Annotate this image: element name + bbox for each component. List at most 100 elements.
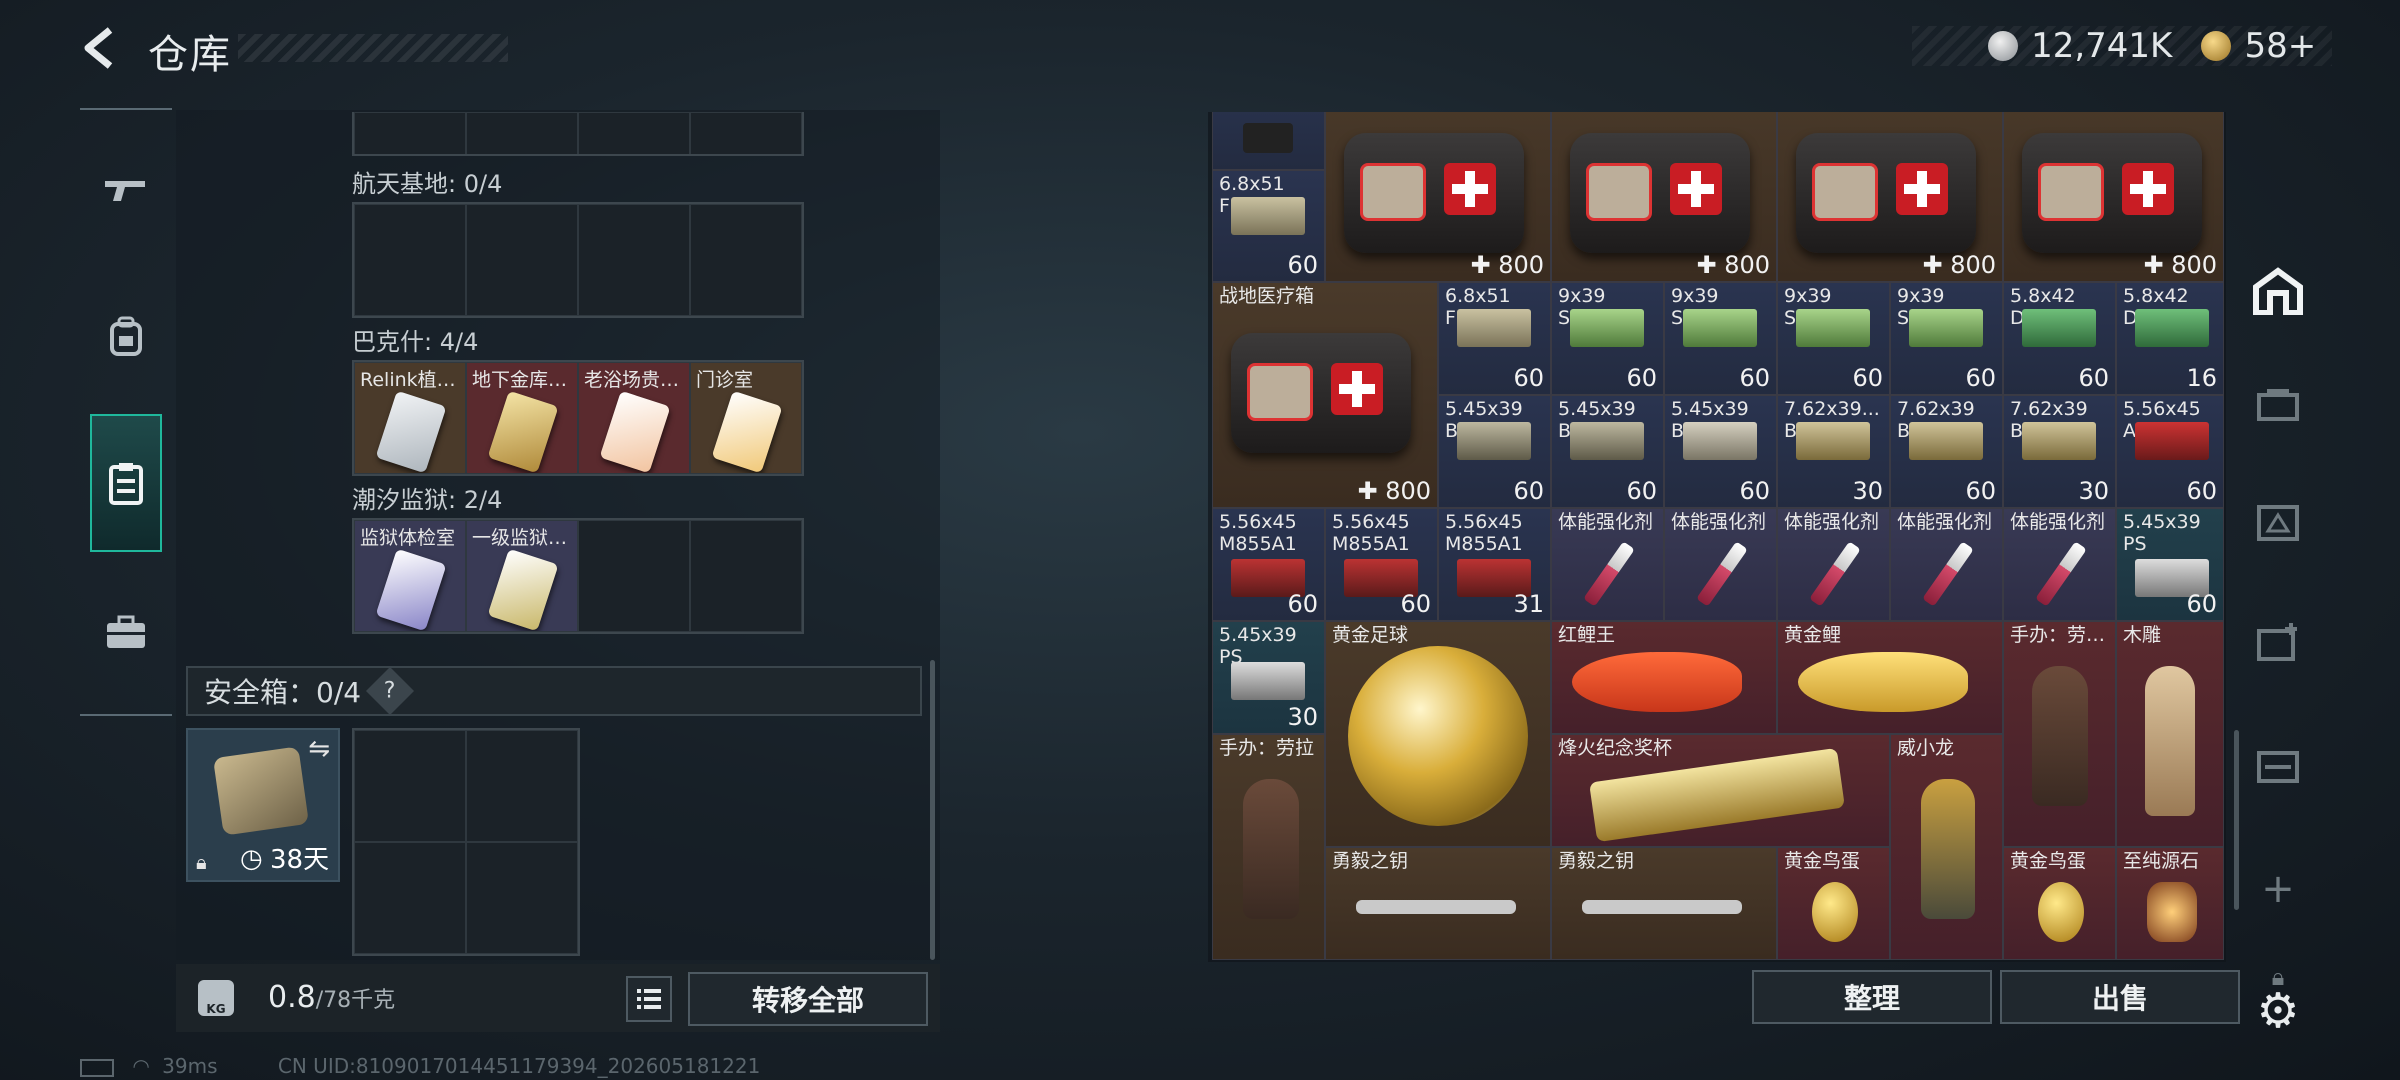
grid-item-ammo[interactable]: 9x39 SP660 bbox=[1664, 282, 1777, 395]
key-icon bbox=[1582, 900, 1742, 914]
keycard-item[interactable]: 老浴场贵… bbox=[578, 362, 690, 474]
safe-slot[interactable] bbox=[354, 730, 466, 842]
keycard-slot[interactable] bbox=[578, 204, 690, 316]
grid-item-ammo[interactable]: 5.45x39 PS 60 bbox=[2116, 508, 2224, 621]
frame-icon[interactable] bbox=[2238, 488, 2318, 558]
keycard-icon bbox=[375, 548, 447, 631]
keycard-item[interactable]: Relink植… bbox=[354, 362, 466, 474]
grid-item-ammo[interactable]: 5.56x45 M855A1 60 bbox=[1325, 508, 1438, 621]
safe-box-item[interactable]: ⇋ 🔒︎ ◷ 38天 bbox=[186, 728, 340, 882]
medkit-icon bbox=[1231, 333, 1411, 453]
safe-slot[interactable] bbox=[466, 842, 578, 954]
keycard-slot[interactable] bbox=[690, 204, 802, 316]
list-icon bbox=[637, 989, 661, 1009]
grid-item-trophy[interactable]: 烽火纪念奖杯 bbox=[1551, 734, 1890, 847]
grid-item-medkit[interactable]: ✚ 800 bbox=[1551, 112, 1777, 282]
grid-item-ammo[interactable]: 7.62x39... BP SB30 bbox=[1777, 395, 1890, 508]
grid-item-medkit[interactable]: ✚ 800 bbox=[2003, 112, 2224, 282]
item-value: ✚ 800 bbox=[2143, 251, 2217, 279]
rifle-icon[interactable] bbox=[90, 144, 162, 236]
back-arrow-icon[interactable] bbox=[78, 26, 122, 70]
transfer-all-button[interactable]: 转移全部 bbox=[688, 972, 928, 1026]
printer-icon[interactable] bbox=[2238, 370, 2318, 440]
grid-item-ammo[interactable]: 5.45x39 BT ST60 bbox=[1551, 395, 1664, 508]
keycard-slot[interactable] bbox=[466, 112, 578, 154]
grid-item-key[interactable]: 勇毅之钥 bbox=[1551, 847, 1777, 960]
grid-item-ammo[interactable]: 5.45x39 PS 30 bbox=[1212, 621, 1325, 734]
keycard-slot[interactable] bbox=[466, 204, 578, 316]
safe-house-icon[interactable] bbox=[2238, 256, 2318, 326]
grid-item-ammo[interactable]: 6.8x51 FMJ 60 bbox=[1212, 170, 1325, 282]
ammo-box-icon bbox=[2135, 309, 2209, 347]
grid-item-gold-carp[interactable]: 黄金鲤 bbox=[1777, 621, 2003, 734]
left-scrollbar[interactable] bbox=[930, 660, 935, 960]
grid-item-ammo[interactable]: 9x39 SP660 bbox=[1551, 282, 1664, 395]
briefcase-icon[interactable] bbox=[90, 586, 162, 678]
grid-item-medkit[interactable]: 战地医疗箱 ✚ 800 bbox=[1212, 282, 1438, 508]
plus-icon[interactable]: + bbox=[2238, 854, 2318, 924]
medkit-icon bbox=[1796, 133, 1976, 253]
grid-item-ammo[interactable]: 6.8x51 FMJ60 bbox=[1438, 282, 1551, 395]
ammo-box-icon bbox=[1683, 309, 1757, 347]
grid-item-ammo[interactable]: 9x39 SP660 bbox=[1777, 282, 1890, 395]
grid-item-ammo[interactable]: 5.56x45 M855A1 31 bbox=[1438, 508, 1551, 621]
keycard-item[interactable]: 监狱体检室 bbox=[354, 520, 466, 632]
grid-item-medkit[interactable]: ✚ 800 bbox=[1777, 112, 2003, 282]
grid-item-ammo[interactable]: 5.45x39 BT60 bbox=[1664, 395, 1777, 508]
grid-item-golden-egg[interactable]: 黄金鸟蛋 bbox=[2003, 847, 2116, 960]
grid-item-medkit[interactable]: ✚ 800 bbox=[1325, 112, 1551, 282]
grid-item-stimulant[interactable]: 体能强化剂 bbox=[2003, 508, 2116, 621]
grid-item-stimulant[interactable]: 体能强化剂 bbox=[1551, 508, 1664, 621]
grid-item-ammo[interactable]: 7.62x39 BP30 bbox=[2003, 395, 2116, 508]
grid-item-ammo[interactable]: 5.8x42 DBP1016 bbox=[2116, 282, 2224, 395]
grid-item-figure-lara[interactable]: 手办：劳… bbox=[2003, 621, 2116, 847]
grid-item-golden-egg[interactable]: 黄金鸟蛋 bbox=[1777, 847, 1890, 960]
gun-rack-icon[interactable] bbox=[2238, 732, 2318, 802]
grid-item-ammo[interactable]: 7.62x39 BP60 bbox=[1890, 395, 2003, 508]
keycard-slot[interactable] bbox=[354, 204, 466, 316]
weight-current: 0.8 bbox=[268, 980, 316, 1015]
grid-item[interactable] bbox=[1212, 112, 1325, 170]
backpack-icon[interactable] bbox=[90, 290, 162, 382]
category-rail bbox=[80, 108, 172, 716]
grid-item-pure-stone[interactable]: 至纯源石 bbox=[2116, 847, 2224, 960]
uid-text: CN UID:8109017014451179394_202605181221 bbox=[277, 1054, 761, 1078]
grid-item-key[interactable]: 勇毅之钥 bbox=[1325, 847, 1551, 960]
grid-item-red-carp[interactable]: 红鲤王 bbox=[1551, 621, 1777, 734]
keycard-slot[interactable] bbox=[690, 112, 802, 154]
grid-item-ammo[interactable]: 5.45x39 BT ST60 bbox=[1438, 395, 1551, 508]
keycard-slot[interactable] bbox=[690, 520, 802, 632]
list-view-button[interactable] bbox=[626, 976, 672, 1022]
safe-slot[interactable] bbox=[354, 842, 466, 954]
swap-icon[interactable]: ⇋ bbox=[308, 734, 330, 764]
sell-button[interactable]: 出售 bbox=[2000, 970, 2240, 1024]
medical-plus-icon[interactable] bbox=[2238, 608, 2318, 678]
grid-item-gold-ball[interactable]: 黄金足球 bbox=[1325, 621, 1551, 847]
grid-item-xiaolong[interactable]: 威小龙 bbox=[1890, 734, 2003, 960]
keycard-item[interactable]: 地下金库… bbox=[466, 362, 578, 474]
clipboard-icon[interactable] bbox=[90, 414, 162, 552]
settings-gear-icon[interactable]: ⚙ bbox=[2238, 976, 2318, 1046]
item-count: 60 bbox=[1852, 364, 1883, 392]
keycard-slot[interactable] bbox=[578, 112, 690, 154]
grid-item-ammo[interactable]: 5.56x45 M855A1 60 bbox=[1212, 508, 1325, 621]
grid-item-stimulant[interactable]: 体能强化剂 bbox=[1664, 508, 1777, 621]
grid-item-ammo[interactable]: 5.56x45 APC60 bbox=[2116, 395, 2224, 508]
help-button[interactable]: ? bbox=[366, 666, 415, 716]
keycard-slot[interactable] bbox=[578, 520, 690, 632]
grid-item-wood-carving[interactable]: 木雕 bbox=[2116, 621, 2224, 847]
silver-coin-icon bbox=[1988, 31, 2018, 61]
grid-item-stimulant[interactable]: 体能强化剂 bbox=[1777, 508, 1890, 621]
grid-item-ammo[interactable]: 9x39 SP660 bbox=[1890, 282, 2003, 395]
keycard-slot[interactable] bbox=[354, 112, 466, 154]
weight-readout: 0.8/78千克 bbox=[268, 980, 395, 1015]
grid-item-figure-lara[interactable]: 手办：劳拉 bbox=[1212, 734, 1325, 960]
keycard-icon bbox=[375, 390, 447, 473]
grid-item-ammo[interactable]: 5.8x42 DBP1060 bbox=[2003, 282, 2116, 395]
keycard-item[interactable]: 一级监狱… bbox=[466, 520, 578, 632]
organize-button[interactable]: 整理 bbox=[1752, 970, 1992, 1024]
keycard-item[interactable]: 门诊室 bbox=[690, 362, 802, 474]
tidal-prison-key-grid: 监狱体检室 一级监狱… bbox=[352, 518, 804, 634]
grid-item-stimulant[interactable]: 体能强化剂 bbox=[1890, 508, 2003, 621]
safe-slot[interactable] bbox=[466, 730, 578, 842]
